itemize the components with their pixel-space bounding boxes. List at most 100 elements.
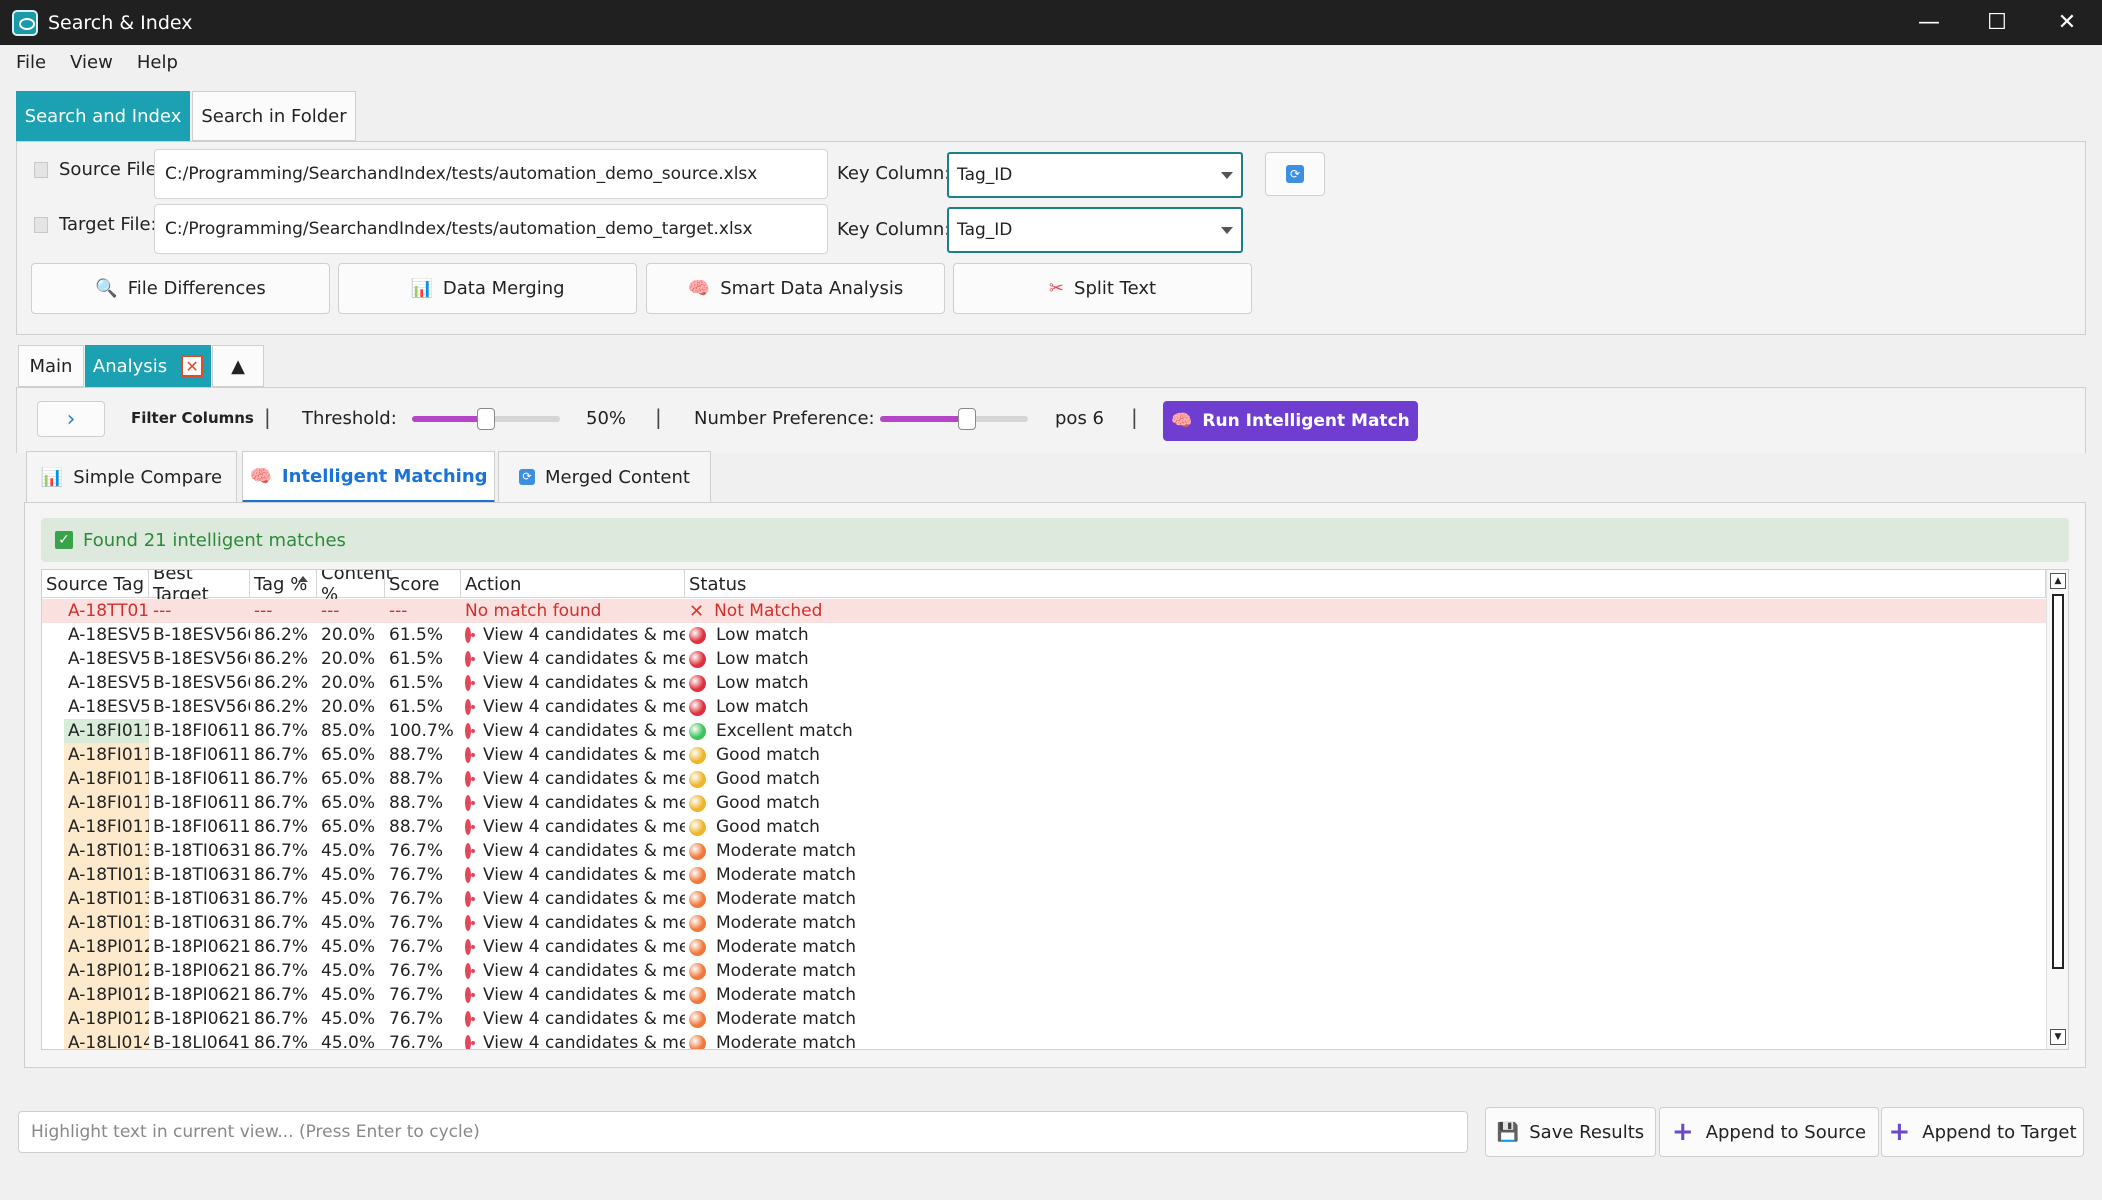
number-preference-slider[interactable]	[880, 406, 1028, 432]
table-row[interactable]: A-18PI0121CB-18PI0621C86.7% 45.0% 76.7% Vie…	[42, 959, 2046, 983]
tab-merged-content[interactable]: ⟳ Merged Content	[498, 451, 711, 503]
table-row[interactable]: A-18FI0111EB-18FI0611E86.7% 65.0% 88.7% Vie…	[42, 743, 2046, 767]
column-header-best-target[interactable]: Best Target	[149, 570, 250, 605]
smart-data-analysis-label: Smart Data Analysis	[720, 278, 904, 299]
scroll-down-icon[interactable]: ▼	[2050, 1029, 2066, 1045]
best-target-cell: B-18PI0621B	[153, 985, 250, 1005]
table-row[interactable]: A-18ESV5165B-18ESV566586.2% 20.0% 61.5% Vie…	[42, 623, 2046, 647]
refresh-button[interactable]: ⟳	[1265, 152, 1325, 196]
source-tag-cell: A-18FI0111B	[42, 791, 149, 815]
table-row[interactable]: A-18PI0121BB-18PI0621B86.7% 45.0% 76.7% Vie…	[42, 983, 2046, 1007]
action-cell[interactable]: View 4 candidates & merge	[461, 1007, 685, 1031]
action-cell[interactable]: View 4 candidates & merge	[461, 767, 685, 791]
source-file-input[interactable]: C:/Programming/SearchandIndex/tests/auto…	[154, 149, 828, 199]
maximize-icon[interactable]: ☐	[1962, 0, 2032, 45]
source-tag-cell: A-18PI0121A	[42, 1007, 149, 1031]
target-file-input[interactable]: C:/Programming/SearchandIndex/tests/auto…	[154, 204, 828, 254]
column-header-status[interactable]: Status	[685, 570, 2046, 598]
minimize-icon[interactable]: —	[1894, 0, 1964, 45]
target-icon	[465, 915, 475, 931]
status-label: Moderate match	[716, 937, 857, 957]
close-tab-icon[interactable]: ✕	[181, 355, 204, 377]
action-cell[interactable]: View 4 candidates & merge	[461, 743, 685, 767]
file-differences-button[interactable]: 🔍 File Differences	[31, 263, 330, 314]
column-header-action[interactable]: Action	[461, 570, 685, 598]
append-to-target-button[interactable]: + Append to Target	[1881, 1107, 2084, 1157]
scroll-up-icon[interactable]: ▲	[2050, 573, 2066, 589]
column-header-source-tag[interactable]: Source Tag	[42, 570, 149, 598]
action-cell[interactable]: View 4 candidates & merge	[461, 959, 685, 983]
best-target-cell: B-18PI0621A	[153, 1009, 250, 1029]
scrollbar-thumb[interactable]	[2052, 594, 2064, 969]
menu-file[interactable]: File	[16, 52, 46, 73]
table-row[interactable]: A-18LI0141DB-18LI0641D86.7% 45.0% 76.7% Vie…	[42, 1031, 2046, 1049]
action-cell[interactable]: View 4 candidates & merge	[461, 935, 685, 959]
tab-analysis[interactable]: Analysis ✕	[85, 345, 211, 387]
smart-data-analysis-button[interactable]: 🧠 Smart Data Analysis	[646, 263, 945, 314]
action-cell[interactable]: View 4 candidates & merge	[461, 983, 685, 1007]
action-cell[interactable]: View 4 candidates & merge	[461, 911, 685, 935]
filter-columns-label[interactable]: Filter Columns	[131, 409, 254, 427]
source-tag-value: A-18TI0131A	[64, 911, 149, 935]
table-row[interactable]: A-18FI0111AB-18FI0611A86.7% 65.0% 88.7% Vie…	[42, 815, 2046, 839]
highlight-search-input[interactable]: Highlight text in current view... (Press…	[18, 1111, 1468, 1153]
status-cell: Good match	[685, 767, 2046, 791]
column-header-score[interactable]: Score	[385, 570, 461, 598]
table-row[interactable]: A-18FI0111BB-18FI0611B86.7% 65.0% 88.7% Vie…	[42, 791, 2046, 815]
run-intelligent-match-button[interactable]: 🧠 Run Intelligent Match	[1163, 401, 1418, 441]
threshold-slider[interactable]	[412, 406, 560, 432]
threshold-slider-handle[interactable]	[477, 408, 495, 430]
action-cell[interactable]: View 4 candidates & merge	[461, 623, 685, 647]
target-icon	[465, 771, 475, 787]
target-key-select[interactable]: Tag_ID	[947, 207, 1243, 253]
table-row[interactable]: A-18FI0111CB-18FI0611C86.7% 65.0% 88.7% Vie…	[42, 767, 2046, 791]
action-cell[interactable]: View 4 candidates & merge	[461, 839, 685, 863]
tab-simple-compare-label: Simple Compare	[73, 466, 223, 488]
table-row[interactable]: A-18TI0131DB-18TI0631D86.7% 45.0% 76.7% Vie…	[42, 839, 2046, 863]
menu-view[interactable]: View	[70, 52, 113, 73]
number-preference-slider-handle[interactable]	[958, 408, 976, 430]
action-cell[interactable]: View 4 candidates & merge	[461, 647, 685, 671]
save-results-button[interactable]: 💾 Save Results	[1485, 1107, 1656, 1157]
table-row[interactable]: A-18ESV5163B-18ESV566386.2% 20.0% 61.5% Vie…	[42, 671, 2046, 695]
table-row[interactable]: A-18PI0121DB-18PI0621D86.7% 45.0% 76.7% Vie…	[42, 935, 2046, 959]
menu-help[interactable]: Help	[137, 52, 178, 73]
source-tag-cell: A-18ESV5163	[42, 671, 149, 695]
table-row[interactable]: A-18ESV5160B-18ESV566086.2% 20.0% 61.5% Vie…	[42, 695, 2046, 719]
table-row[interactable]: A-18TI0131AB-18TI0631A86.7% 45.0% 76.7% Vie…	[42, 911, 2046, 935]
tab-intelligent-matching[interactable]: 🧠 Intelligent Matching	[242, 451, 495, 503]
tab-search-in-folder[interactable]: Search in Folder	[192, 91, 356, 141]
append-to-source-button[interactable]: + Append to Source	[1659, 1107, 1879, 1157]
expand-filter-button[interactable]: ›	[37, 401, 105, 437]
table-row[interactable]: A-18ESV5164B-18ESV566486.2% 20.0% 61.5% Vie…	[42, 647, 2046, 671]
content-percent-cell: 20.0%	[321, 649, 376, 669]
split-text-button[interactable]: ✂ Split Text	[953, 263, 1252, 314]
table-row[interactable]: A-18TI0131CB-18TI0631C86.7% 45.0% 76.7% Vie…	[42, 863, 2046, 887]
vertical-scrollbar[interactable]: ▲ ▼	[2046, 570, 2068, 1049]
source-key-select[interactable]: Tag_ID	[947, 152, 1243, 198]
action-cell[interactable]: View 4 candidates & merge	[461, 815, 685, 839]
action-cell[interactable]: View 4 candidates & merge	[461, 1031, 685, 1049]
action-cell[interactable]: View 4 candidates & merge	[461, 791, 685, 815]
action-cell[interactable]: View 4 candidates & merge	[461, 695, 685, 719]
target-icon	[465, 939, 475, 955]
tab-simple-compare[interactable]: 📊 Simple Compare	[26, 451, 237, 503]
data-merging-button[interactable]: 📊 Data Merging	[338, 263, 637, 314]
table-row[interactable]: A-18PI0121AB-18PI0621A86.7% 45.0% 76.7% Vie…	[42, 1007, 2046, 1031]
action-cell[interactable]: View 4 candidates & merge	[461, 887, 685, 911]
tab-search-and-index[interactable]: Search and Index	[16, 91, 190, 141]
table-row[interactable]: A-18TI0131BB-18TI0631B86.7% 45.0% 76.7% Vie…	[42, 887, 2046, 911]
column-header-content[interactable]: Content %	[317, 570, 393, 605]
action-cell[interactable]: View 4 candidates & merge	[461, 719, 685, 743]
tab-main[interactable]: Main	[18, 345, 84, 387]
close-icon[interactable]: ✕	[2032, 0, 2102, 45]
action-cell[interactable]: View 4 candidates & merge	[461, 671, 685, 695]
tag-percent-cell: 86.7%	[254, 793, 309, 813]
action-cell[interactable]: View 4 candidates & merge	[461, 863, 685, 887]
action-label: View 4 candidates & merge	[483, 985, 685, 1005]
status-cell: Good match	[685, 815, 2046, 839]
column-header-tag[interactable]: Tag %	[250, 570, 317, 598]
table-row[interactable]: A-18FI0111DB-18FI0611D86.7% 85.0% 100.7% Vi…	[42, 719, 2046, 743]
collapse-panel-button[interactable]: ▲	[212, 345, 264, 387]
table-row[interactable]: A-18TT0111------------No match found✕Not…	[42, 599, 2046, 623]
